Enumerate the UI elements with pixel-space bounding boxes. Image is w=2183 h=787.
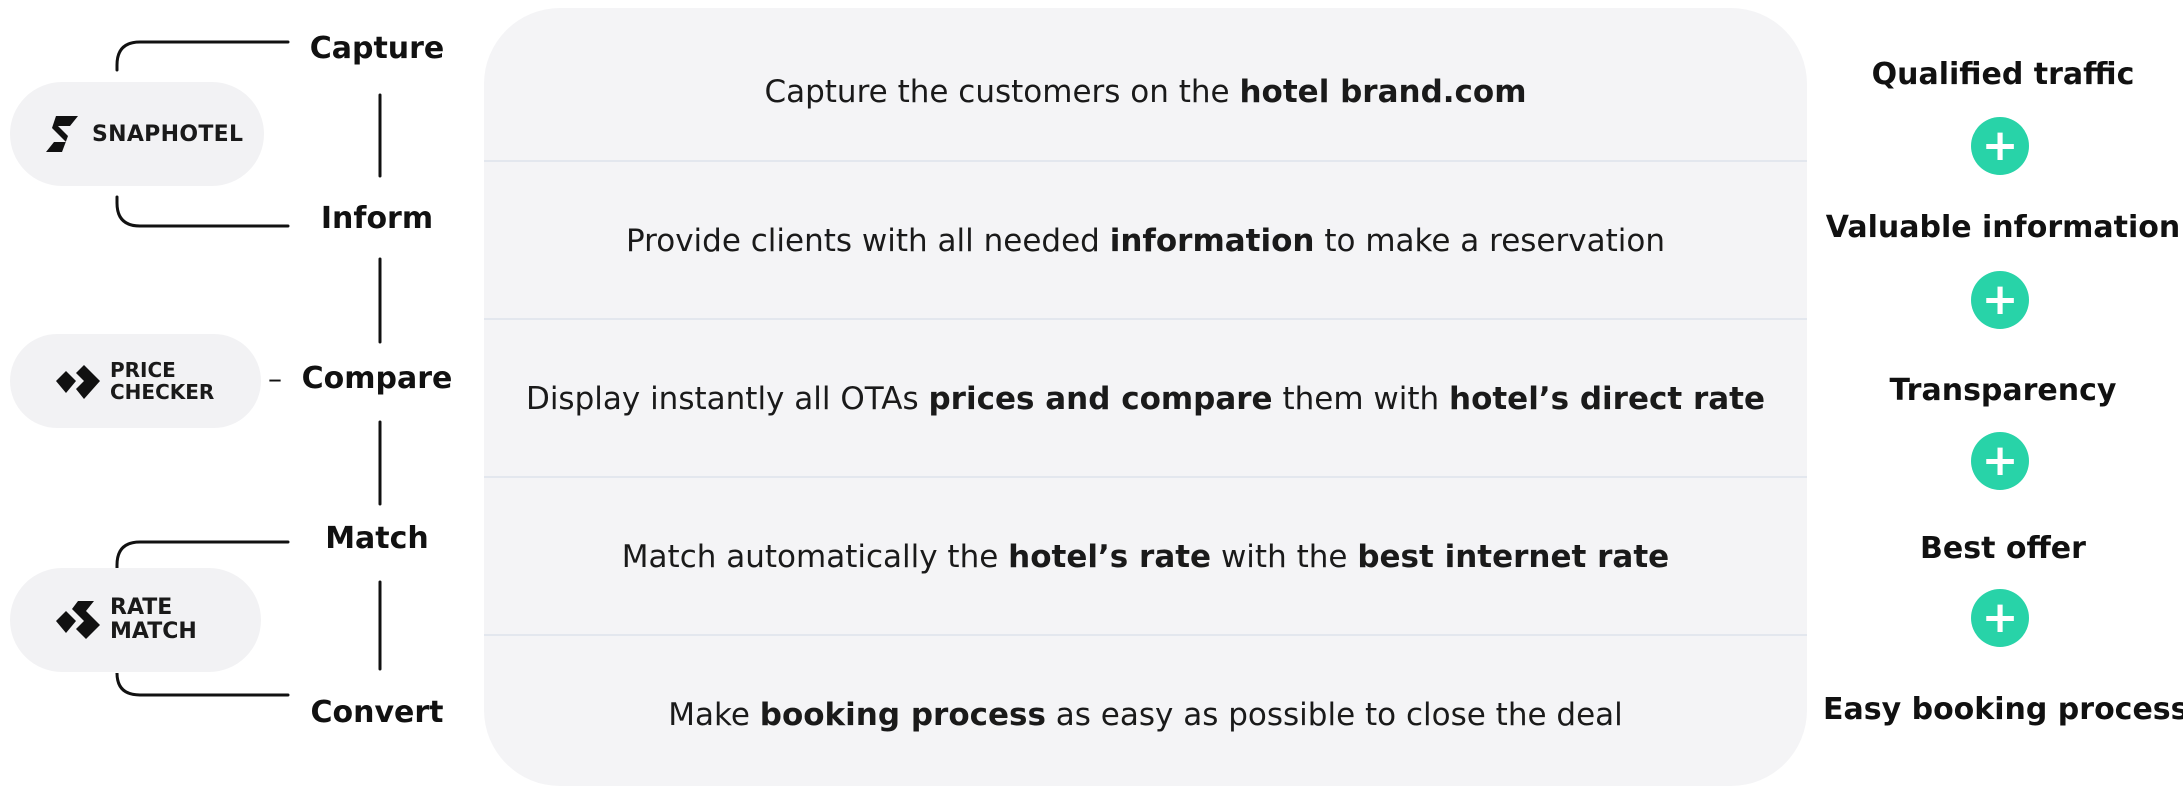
row-text-bold: hotel’s direct rate	[1449, 381, 1766, 417]
row-match: Match automatically the hotel’s rate wit…	[484, 478, 1807, 636]
row-text: Make	[668, 697, 760, 733]
plus-icon: +	[1971, 117, 2029, 175]
row-text-bold: hotel brand.com	[1239, 74, 1527, 110]
benefit-qualified-traffic: Qualified traffic	[1871, 57, 2135, 92]
benefit-valuable-information: Valuable information	[1825, 210, 2181, 245]
row-text-bold: prices and compare	[928, 381, 1273, 417]
row-text: as easy as possible to close the deal	[1045, 697, 1623, 733]
rate-match-line2: MATCH	[110, 619, 197, 644]
snaphotel-logo-icon	[46, 116, 78, 152]
price-checker-line1: PRICE	[110, 358, 176, 382]
row-text: them with	[1272, 381, 1449, 417]
row-text: Display instantly all OTAs	[525, 381, 929, 417]
snaphotel-name: SNAPHOTEL	[92, 121, 244, 147]
row-text: to make a reservation	[1314, 223, 1665, 259]
row-text: Provide clients with all needed	[626, 223, 1110, 259]
snaphotel-badge: SNAPHOTEL	[10, 82, 264, 186]
row-compare: Display instantly all OTAs prices and co…	[484, 320, 1807, 478]
row-text-bold: hotel’s rate	[1008, 539, 1212, 575]
benefit-easy-booking-process: Easy booking process	[1823, 692, 2183, 727]
price-checker-line2: CHECKER	[110, 380, 215, 404]
row-text: with the	[1211, 539, 1358, 575]
row-convert: Make booking process as easy as possible…	[484, 636, 1807, 786]
step-capture: Capture	[309, 31, 445, 66]
row-text-bold: information	[1109, 223, 1315, 259]
row-capture: Capture the customers on the hotel brand…	[484, 13, 1807, 171]
price-checker-badge: PRICE CHECKER	[10, 334, 261, 428]
rate-match-line1: RATE	[110, 595, 173, 620]
plus-icon: +	[1971, 589, 2029, 647]
plus-icon: +	[1971, 432, 2029, 490]
row-inform: Provide clients with all needed informat…	[484, 162, 1807, 320]
compare-connector-dash: –	[268, 362, 282, 395]
row-text-bold: booking process	[759, 697, 1046, 733]
row-text-bold: best internet rate	[1357, 539, 1670, 575]
step-match: Match	[325, 521, 429, 556]
row-text: Match automatically the	[621, 539, 1009, 575]
benefit-transparency: Transparency	[1889, 373, 2117, 408]
row-text: Capture the customers on the	[764, 74, 1240, 110]
rate-match-logo-icon	[56, 601, 100, 639]
step-inform: Inform	[320, 201, 434, 236]
benefit-best-offer: Best offer	[1920, 531, 2086, 566]
plus-icon: +	[1971, 271, 2029, 329]
rate-match-badge: RATE MATCH	[10, 568, 261, 672]
description-panel: Capture the customers on the hotel brand…	[484, 8, 1807, 786]
step-convert: Convert	[310, 695, 444, 730]
step-compare: Compare	[301, 361, 453, 396]
price-checker-logo-icon	[56, 365, 100, 399]
